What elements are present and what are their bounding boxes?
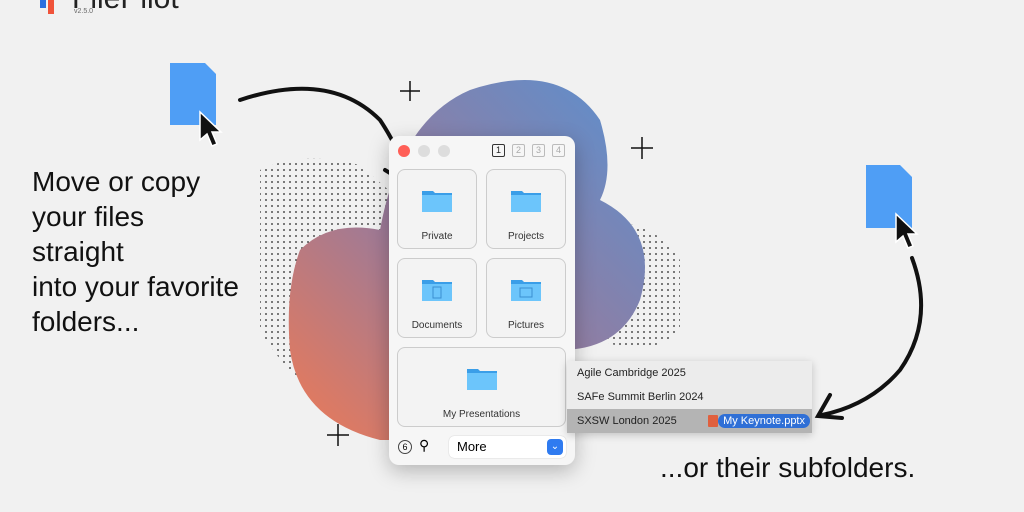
- page-1-button[interactable]: 1: [492, 144, 505, 157]
- file-icon-left: [170, 63, 216, 125]
- pin-icon[interactable]: ⚲: [419, 437, 429, 454]
- documents-folder-icon: [422, 280, 452, 301]
- file-icon-right: [866, 165, 912, 228]
- tile-label: Pictures: [507, 320, 545, 331]
- tile-label: My Presentations: [442, 409, 521, 420]
- close-button[interactable]: [398, 145, 410, 157]
- minimize-button[interactable]: [418, 145, 430, 157]
- tile-label: Documents: [411, 320, 463, 331]
- arrow-right: [820, 256, 924, 417]
- folder-tile-my-presentations[interactable]: My Presentations: [397, 347, 566, 427]
- folder-tile-projects[interactable]: Projects: [486, 169, 566, 249]
- folder-icon: [466, 369, 497, 390]
- dragged-file-label: My Keynote.pptx: [718, 414, 810, 428]
- count-badge: 6: [398, 440, 412, 454]
- zoom-button[interactable]: [438, 145, 450, 157]
- folder-icon: [422, 191, 452, 212]
- folder-tile-pictures[interactable]: Pictures: [486, 258, 566, 338]
- folder-tile-documents[interactable]: Documents: [397, 258, 477, 338]
- chevron-down-icon: ⌄: [547, 439, 563, 455]
- tile-label: Projects: [507, 231, 545, 242]
- headline-right: ...or their subfolders.: [660, 452, 916, 483]
- pictures-folder-icon: [511, 280, 541, 301]
- pptx-file-icon: [708, 415, 718, 427]
- page-3-button[interactable]: 3: [532, 144, 545, 157]
- headline-left: Move or copy your files straight into yo…: [32, 166, 239, 337]
- menu-item[interactable]: SAFe Summit Berlin 2024: [567, 385, 812, 409]
- folder-icon: [511, 191, 541, 212]
- menu-item-selected[interactable]: SXSW London 2025 My Keynote.pptx: [567, 409, 812, 433]
- select-value: More: [457, 439, 487, 454]
- menu-item-label: SXSW London 2025: [577, 415, 677, 427]
- page-2-button[interactable]: 2: [512, 144, 525, 157]
- more-select[interactable]: More ⌄: [449, 436, 566, 458]
- page-4-button[interactable]: 4: [552, 144, 565, 157]
- folder-tile-private[interactable]: Private: [397, 169, 477, 249]
- app-window: 1 2 3 4 Private Projects Documents Pictu…: [389, 136, 575, 465]
- subfolder-menu: Agile Cambridge 2025 SAFe Summit Berlin …: [567, 361, 812, 433]
- tile-label: Private: [421, 231, 453, 242]
- menu-item[interactable]: Agile Cambridge 2025: [567, 361, 812, 385]
